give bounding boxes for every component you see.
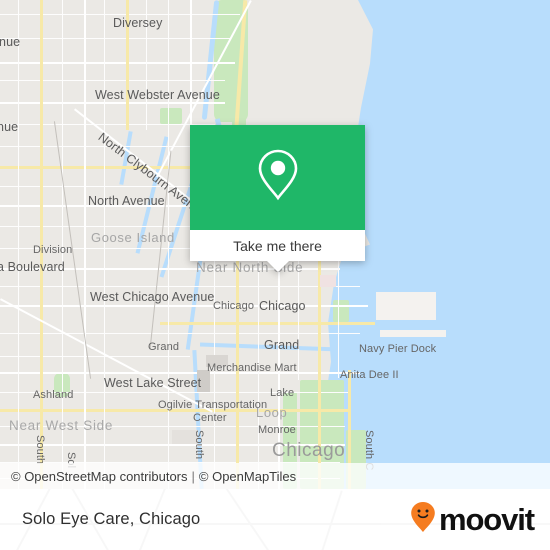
map-label: Division	[33, 244, 73, 256]
map-label: Anita Dee II	[340, 369, 399, 381]
map-label: Ogilvie Transportation	[158, 399, 268, 411]
park-small-1	[160, 108, 182, 124]
moovit-smiley-pin-icon	[410, 501, 436, 538]
map-label: Center	[193, 412, 227, 424]
footer-bar: Solo Eye Care, Chicago moovit	[0, 489, 550, 550]
road-h	[0, 356, 190, 357]
park-navy-green	[333, 300, 349, 322]
road-h	[0, 38, 230, 39]
popup-header	[190, 125, 365, 230]
map-label: Grand	[264, 338, 300, 352]
map-label: Chicago	[259, 299, 306, 313]
attribution-openmaptiles[interactable]: © OpenMapTiles	[199, 469, 296, 484]
road-h-major	[160, 322, 375, 325]
map-label: Chicago	[213, 300, 255, 312]
road-h	[0, 333, 360, 334]
map-label: Navy Pier Dock	[359, 343, 437, 355]
road-v	[338, 258, 339, 378]
road-h	[0, 372, 360, 374]
map-label: Ashland	[33, 389, 74, 401]
map-canvas[interactable]: Diversey West Webster Avenue enue enue North…	[0, 0, 550, 489]
location-pin-icon	[255, 147, 301, 208]
map-label: Grand	[148, 341, 180, 353]
attribution-separator: |	[191, 468, 195, 484]
map-label: Goose Island	[91, 230, 175, 245]
page-title: Solo Eye Care, Chicago	[22, 510, 201, 528]
moovit-logo[interactable]: moovit	[410, 501, 535, 538]
map-screen: Diversey West Webster Avenue enue enue North…	[0, 0, 550, 550]
city-block	[320, 275, 336, 287]
map-label: South	[193, 430, 205, 460]
map-label: West Webster Avenue	[95, 88, 220, 102]
navy-pier-arm	[380, 330, 446, 337]
road-h	[0, 62, 235, 64]
map-label: South	[34, 435, 46, 465]
road-h	[0, 305, 368, 307]
map-label: enue	[0, 35, 21, 49]
take-me-there-label: Take me there	[233, 237, 322, 254]
map-label: a Boulevard	[0, 260, 65, 274]
road-h	[0, 286, 360, 287]
road-h	[0, 226, 200, 227]
take-me-there-button[interactable]: Take me there	[190, 230, 365, 261]
location-popup-card[interactable]: Take me there	[190, 125, 365, 272]
road-v	[84, 0, 86, 489]
map-label: Near West Side	[9, 418, 114, 433]
road-v	[18, 0, 19, 489]
map-label: Monroe	[258, 424, 296, 436]
attribution-osm[interactable]: © OpenStreetMap contributors	[11, 469, 188, 484]
map-label: West Lake Street	[104, 376, 202, 390]
map-label: North Avenue	[88, 194, 165, 208]
road-v	[298, 260, 299, 380]
map-label: Merchandise Mart	[207, 362, 297, 374]
road-h	[0, 14, 240, 15]
map-label: enue	[0, 120, 19, 134]
map-label: West Chicago Avenue	[90, 290, 215, 304]
navy-pier-block	[376, 292, 436, 320]
map-label: Diversey	[113, 16, 163, 30]
map-label: Loop	[256, 405, 288, 420]
map-label: Chicago	[272, 440, 346, 461]
map-label: Lake	[270, 387, 295, 399]
popup-pointer	[266, 261, 289, 272]
moovit-wordmark: moovit	[438, 502, 535, 537]
map-attribution: © OpenStreetMap contributors | © OpenMap…	[0, 463, 550, 489]
